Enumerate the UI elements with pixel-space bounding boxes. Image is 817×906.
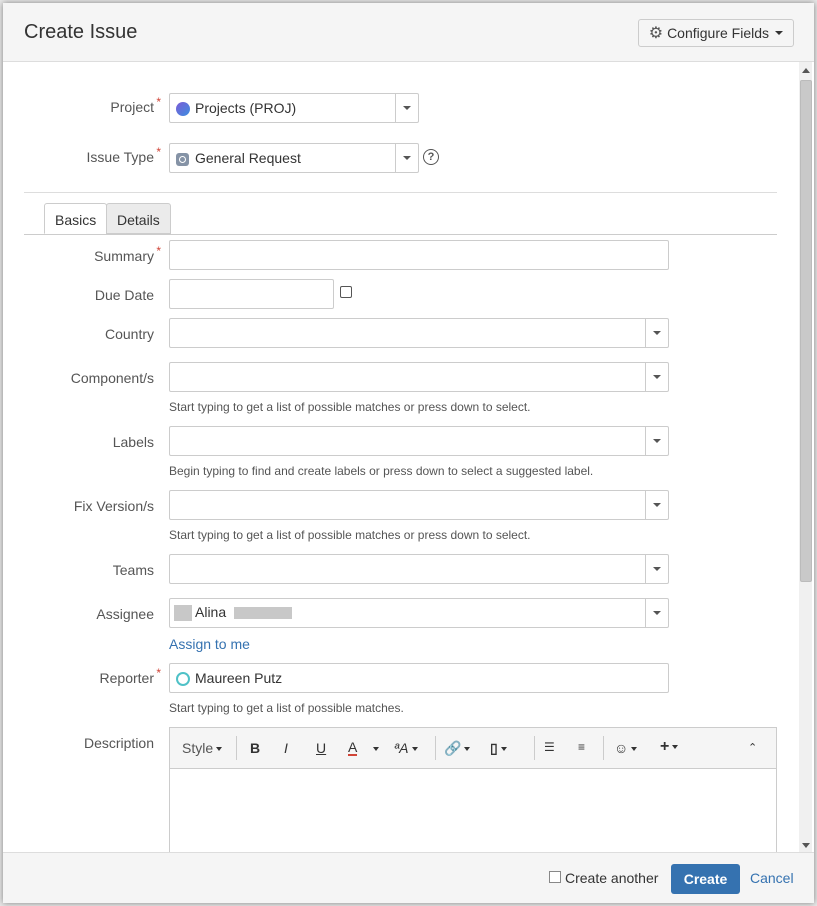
issue-type-row: Issue Type *	[3, 144, 161, 165]
project-row: Project *	[3, 94, 161, 115]
tab-details[interactable]: Details	[106, 203, 171, 234]
required-marker: *	[156, 95, 161, 109]
components-hint: Start typing to get a list of possible m…	[169, 400, 531, 414]
country-label: Country	[104, 326, 154, 342]
tab-basics[interactable]: Basics	[44, 203, 108, 234]
assignee-select[interactable]: Alina	[169, 598, 669, 628]
text-effects-button[interactable]: ªA	[394, 740, 418, 756]
configure-fields-button[interactable]: ⚙ Configure Fields	[637, 19, 794, 47]
dropdown-icon[interactable]	[645, 319, 668, 347]
dialog-footer: Create another Create Cancel	[3, 852, 814, 903]
dialog-title: Create Issue	[24, 21, 138, 43]
issue-type-label: Issue Type *	[86, 145, 161, 165]
assignee-avatar	[174, 605, 192, 622]
labels-hint: Begin typing to find and create labels o…	[169, 464, 594, 478]
dropdown-icon[interactable]	[645, 555, 668, 583]
text-color-dropdown[interactable]	[370, 740, 379, 756]
dropdown-icon[interactable]	[645, 427, 668, 455]
create-button[interactable]: Create	[671, 864, 740, 894]
reporter-hint: Start typing to get a list of possible m…	[169, 701, 404, 715]
components-select[interactable]	[169, 362, 669, 392]
assign-to-me-link[interactable]: Assign to me	[169, 636, 250, 652]
dialog-header: Create Issue ⚙ Configure Fields	[3, 3, 814, 62]
scroll-down-arrow[interactable]	[802, 843, 810, 848]
dropdown-icon[interactable]	[645, 363, 668, 391]
assignee-value: Alina	[195, 604, 227, 620]
project-label: Project *	[110, 95, 161, 115]
labels-select[interactable]	[169, 426, 669, 456]
description-label: Description	[83, 735, 154, 751]
create-issue-dialog: Create Issue ⚙ Configure Fields Project *…	[3, 3, 814, 903]
project-avatar-icon	[176, 102, 190, 117]
create-another-checkbox[interactable]	[549, 871, 561, 883]
teams-label: Teams	[112, 562, 154, 578]
bold-button[interactable]: B	[250, 740, 260, 756]
collapse-toolbar-icon[interactable]: ⌃	[748, 741, 757, 754]
emoticon-icon[interactable]: ☺	[614, 740, 638, 756]
dropdown-icon[interactable]	[395, 94, 418, 122]
fix-versions-hint: Start typing to get a list of possible m…	[169, 528, 531, 542]
style-dropdown[interactable]: Style	[182, 740, 223, 756]
components-label: Component/s	[70, 370, 154, 386]
dropdown-icon[interactable]	[395, 144, 418, 172]
italic-button[interactable]: I	[284, 740, 288, 756]
description-editor[interactable]: Style B I U A ªA 🔗 ▯ ☰ ≡ ☺ + ⌃	[169, 727, 777, 852]
due-date-label: Due Date	[94, 287, 154, 303]
tab-bar: Basics Details	[24, 203, 777, 235]
project-select[interactable]: Projects (PROJ)	[169, 93, 419, 123]
gear-icon: ⚙	[648, 25, 664, 42]
chevron-down-icon	[775, 31, 783, 35]
country-select[interactable]	[169, 318, 669, 348]
redacted-name-block	[234, 607, 293, 620]
issue-type-value: General Request	[195, 150, 301, 166]
dropdown-icon[interactable]	[645, 491, 668, 519]
reporter-input[interactable]: Maureen Putz	[169, 663, 669, 693]
reporter-value: Maureen Putz	[195, 670, 283, 686]
project-value: Projects (PROJ)	[195, 100, 297, 116]
scroll-thumb[interactable]	[800, 80, 812, 582]
labels-label: Labels	[112, 434, 154, 450]
required-marker: *	[156, 666, 161, 680]
required-marker: *	[156, 244, 161, 258]
cancel-link[interactable]: Cancel	[750, 870, 794, 886]
dropdown-icon[interactable]	[645, 599, 668, 627]
help-icon[interactable]: ?	[423, 149, 439, 165]
text-color-button[interactable]: A	[348, 740, 358, 756]
summary-input[interactable]	[169, 240, 669, 270]
assignee-label: Assignee	[96, 606, 154, 622]
teams-select[interactable]	[169, 554, 669, 584]
editor-toolbar: Style B I U A ªA 🔗 ▯ ☰ ≡ ☺ + ⌃	[170, 728, 776, 769]
reporter-avatar	[176, 672, 190, 687]
attachment-icon[interactable]: ▯	[490, 740, 507, 757]
calendar-icon[interactable]	[340, 286, 352, 298]
fix-versions-label: Fix Version/s	[73, 498, 154, 514]
summary-label: Summary *	[94, 244, 161, 264]
issue-type-select[interactable]: General Request	[169, 143, 419, 173]
underline-button[interactable]: U	[316, 740, 326, 756]
dialog-body: Project * Projects (PROJ) Issue Type * Gen…	[3, 62, 798, 852]
configure-fields-label: Configure Fields	[667, 25, 769, 41]
required-marker: *	[156, 145, 161, 159]
due-date-input[interactable]	[169, 279, 334, 309]
scrollbar[interactable]	[799, 62, 812, 852]
insert-more-icon[interactable]: +	[660, 738, 679, 756]
issue-type-icon	[176, 152, 189, 166]
scroll-up-arrow[interactable]	[802, 68, 810, 73]
numbered-list-icon[interactable]: ≡	[578, 740, 585, 754]
reporter-label: Reporter *	[99, 666, 161, 686]
divider	[24, 192, 777, 193]
link-icon[interactable]: 🔗	[444, 740, 471, 757]
bullet-list-icon[interactable]: ☰	[544, 740, 555, 754]
create-another-label[interactable]: Create another	[565, 870, 658, 886]
fix-versions-select[interactable]	[169, 490, 669, 520]
